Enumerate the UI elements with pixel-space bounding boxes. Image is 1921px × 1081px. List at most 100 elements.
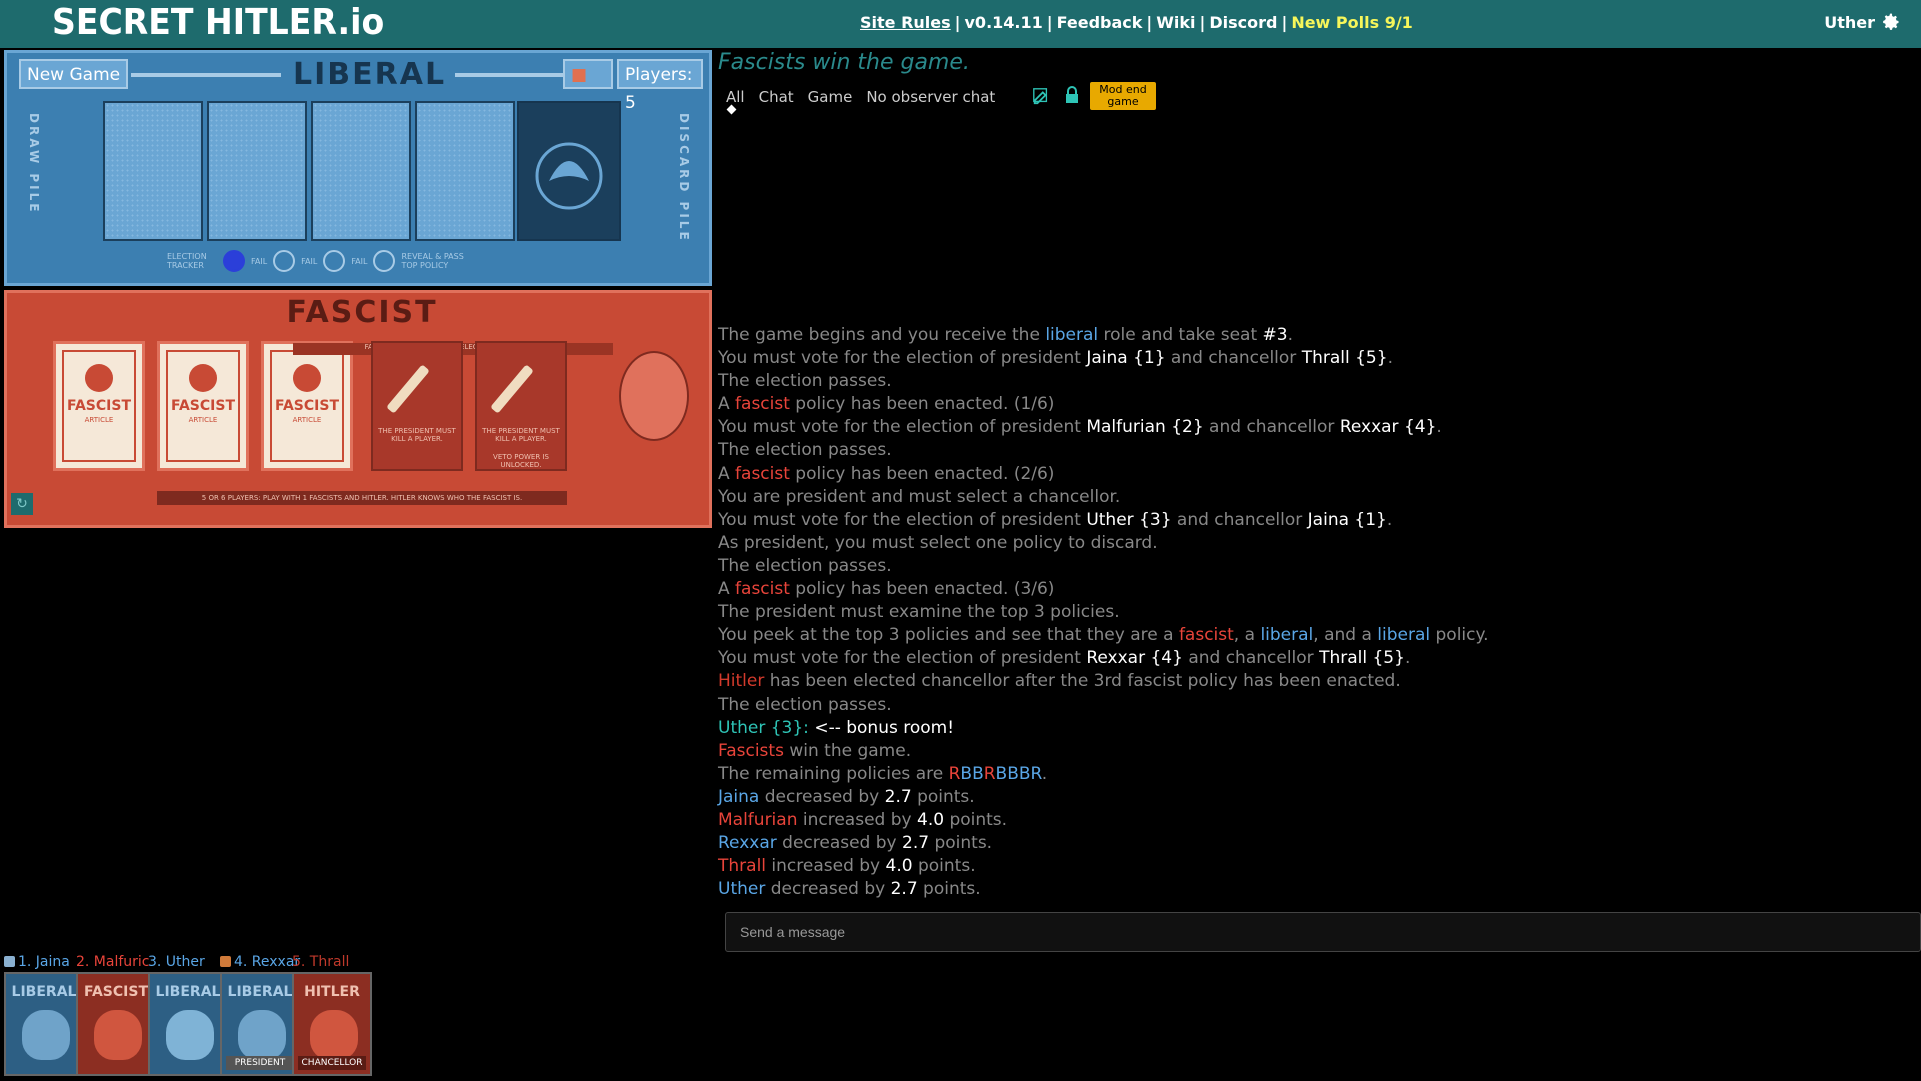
log-segment: Rexxar {4}: [1339, 417, 1437, 438]
log-segment: The election passes.: [718, 555, 892, 576]
draw-pile-label: DRAW PILE: [27, 113, 41, 215]
wiki-link[interactable]: Wiki: [1156, 13, 1195, 32]
log-segment: R: [948, 763, 961, 784]
fascist-policy-card: FASCIST ARTICLE: [53, 341, 145, 471]
log-segment: The election passes.: [718, 371, 892, 392]
log-segment: liberal: [1045, 325, 1099, 345]
log-segment: liberal: [1377, 625, 1431, 646]
player-count: Players: 5: [617, 59, 703, 113]
new-polls-link[interactable]: New Polls 9/1: [1291, 13, 1412, 32]
log-line: You must vote for the election of presid…: [718, 416, 1918, 439]
lock-icon[interactable]: [1064, 86, 1080, 104]
player-portrait-icon: [310, 1010, 358, 1060]
tab-no-observer-chat[interactable]: No observer chat: [864, 88, 997, 106]
send-message-input[interactable]: [726, 913, 1920, 951]
log-line: Uther {3}: <-- bonus room!: [718, 717, 1918, 740]
header-links: Site Rules | v0.14.11 | Feedback | Wiki | Discor…: [860, 13, 1413, 32]
log-segment: , and a: [1313, 625, 1378, 646]
log-segment: and chancellor: [1171, 509, 1308, 530]
log-line: You must vote for the election of presid…: [718, 509, 1918, 532]
log-segment: fascist: [735, 463, 790, 484]
message-box: [725, 912, 1921, 952]
log-segment: fascist: [735, 579, 790, 600]
log-segment: BB: [960, 763, 984, 784]
log-line: Fascists win the game.: [718, 740, 1918, 763]
tab-all[interactable]: All: [724, 88, 747, 106]
fascist-policy-card: FASCIST ARTICLE: [157, 341, 249, 471]
log-segment: policy has been enacted. (3/6): [789, 579, 1055, 600]
chat-tabs: All Chat Game No observer chat: [724, 86, 997, 108]
log-segment: points.: [929, 833, 993, 854]
reveal-label: REVEAL & PASS TOP POLICY: [401, 252, 464, 270]
policy-card-label: FASCIST: [275, 398, 339, 414]
log-segment: Jaina {1}: [1086, 348, 1166, 369]
feedback-link[interactable]: Feedback: [1057, 13, 1143, 32]
log-segment: and chancellor: [1165, 348, 1302, 369]
log-line: A fascist policy has been enacted. (2/6): [718, 463, 1918, 486]
log-segment: .: [1387, 348, 1393, 369]
election-tracker: ELECTION TRACKER FAIL FAIL FAIL REVEAL &…: [167, 249, 557, 273]
log-segment: The remaining policies are: [718, 763, 949, 784]
player-role-card[interactable]: LIBERAL: [4, 972, 84, 1076]
liberal-board-header: New Game LIBERAL ■ Players: 5: [13, 57, 703, 113]
policy-card-sub: ARTICLE: [292, 416, 322, 424]
player-office-tag: PRESIDENT: [226, 1056, 294, 1070]
player-portrait-icon: [238, 1010, 286, 1060]
dagger-icon: [490, 364, 534, 414]
game-result-heading: Fascists win the game.: [718, 50, 970, 75]
dove-emblem-icon: [517, 101, 621, 241]
edit-icon[interactable]: [1032, 87, 1050, 105]
log-segment: Malfurian: [718, 809, 798, 830]
player-name-text: 3. Uther: [148, 954, 205, 970]
log-segment: .: [1041, 763, 1048, 784]
new-game-button[interactable]: New Game: [19, 59, 129, 89]
log-segment: A: [718, 579, 736, 600]
player-role-card[interactable]: FASCIST: [76, 972, 156, 1076]
log-segment: You must vote for the election of presid…: [718, 509, 1087, 530]
liberal-policy-slot: [311, 101, 411, 241]
player-badge-icon: [4, 956, 15, 967]
log-line: The election passes.: [718, 694, 1918, 717]
fascist-policy-slot: THE PRESIDENT MUST KILL A PLAYER.: [371, 341, 463, 471]
mod-end-game-button[interactable]: Mod end game: [1090, 82, 1156, 110]
version-text: v0.14.11: [964, 13, 1043, 32]
log-segment: .: [1386, 509, 1393, 530]
log-segment: Jaina: [718, 786, 760, 807]
arrows-decoration: [131, 73, 281, 77]
refresh-icon[interactable]: ↻: [11, 493, 33, 515]
log-segment: policy has been enacted. (2/6): [789, 463, 1055, 484]
player-role-card[interactable]: HITLER CHANCELLOR: [292, 972, 372, 1076]
log-segment: 4.0: [917, 809, 945, 830]
player-seat[interactable]: 5. Thrall HITLER CHANCELLOR: [292, 952, 378, 1076]
tracker-step: [373, 250, 396, 272]
arrows-decoration: [455, 73, 565, 77]
log-line: Rexxar decreased by 2.7 points.: [718, 832, 1918, 855]
fascist-board-footer: 5 OR 6 PLAYERS: PLAY WITH 1 FASCISTS AND…: [157, 491, 567, 505]
log-line: A fascist policy has been enacted. (3/6): [718, 578, 1918, 601]
player-name-text: 2. Malfuric: [76, 954, 150, 970]
log-segment: Malfurian {2}: [1086, 417, 1204, 438]
log-segment: R: [983, 763, 996, 784]
role-label: LIBERAL: [11, 984, 77, 1000]
fascist-board-title: FASCIST: [286, 295, 438, 330]
log-segment: You peek at the top 3 policies and see t…: [718, 625, 1179, 646]
dagger-icon: [386, 364, 430, 414]
liberal-board-title: LIBERAL: [293, 57, 447, 92]
gear-icon[interactable]: [1881, 12, 1901, 32]
user-menu[interactable]: Uther: [1824, 12, 1901, 32]
fail-label: FAIL: [351, 256, 368, 266]
site-logo[interactable]: SECRET HITLER.io: [52, 2, 384, 43]
log-line: You peek at the top 3 policies and see t…: [718, 624, 1918, 647]
log-segment: You must vote for the election of presid…: [718, 417, 1087, 438]
site-rules-link[interactable]: Site Rules: [860, 13, 951, 32]
tab-chat[interactable]: Chat: [757, 88, 796, 106]
board-status-badge: ■: [563, 59, 613, 89]
policy-card-sub: ARTICLE: [84, 416, 114, 424]
log-segment: Hitler: [718, 671, 765, 692]
player-role-card[interactable]: LIBERAL: [148, 972, 228, 1076]
tab-game[interactable]: Game: [806, 88, 855, 106]
player-badge-icon: [220, 956, 231, 967]
tracker-step: [323, 250, 346, 272]
player-role-card[interactable]: LIBERAL PRESIDENT: [220, 972, 300, 1076]
discord-link[interactable]: Discord: [1209, 13, 1277, 32]
